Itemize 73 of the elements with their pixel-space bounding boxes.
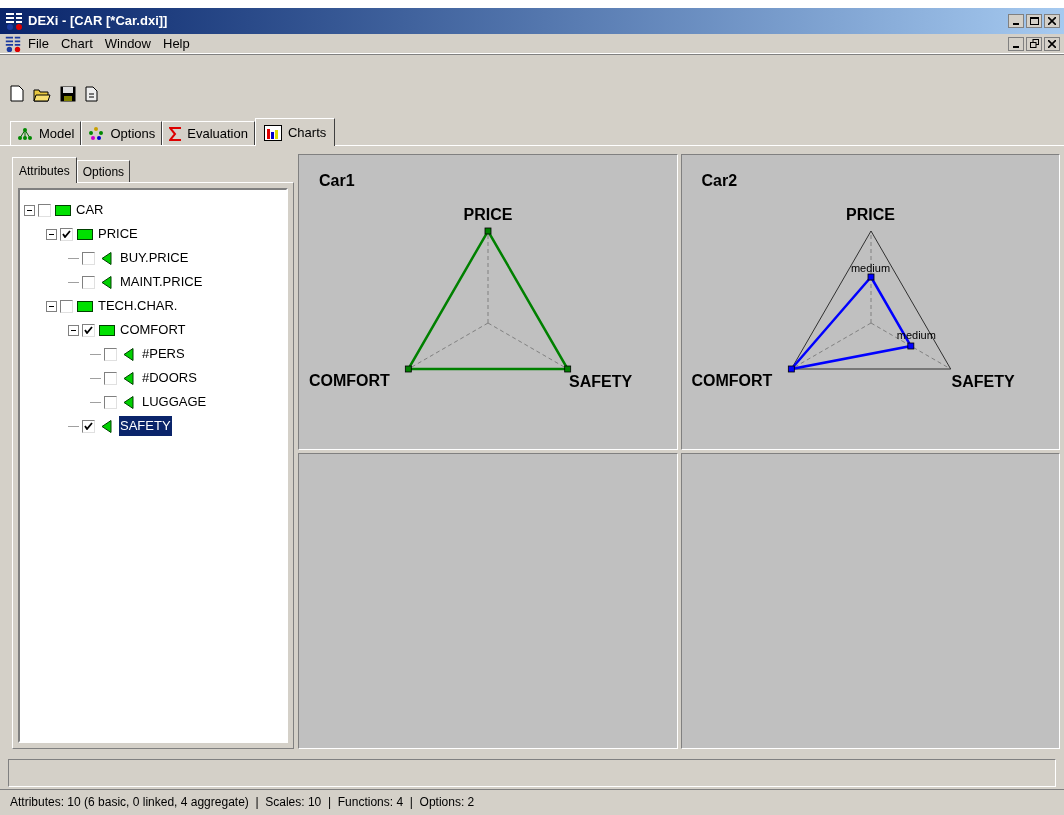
panel-tab[interactable]: Options	[76, 160, 131, 182]
basic-attribute-icon	[101, 419, 113, 433]
menu-item[interactable]: File	[22, 33, 55, 54]
close-button[interactable]	[1044, 14, 1060, 28]
aggregate-attribute-icon	[99, 324, 115, 336]
document-icon[interactable]	[85, 86, 98, 102]
tree-item[interactable]: CAR	[75, 200, 105, 220]
axis-label: COMFORT	[691, 371, 773, 391]
basic-attribute-icon	[101, 251, 113, 265]
minimize-button[interactable]	[1008, 36, 1024, 51]
basic-attribute-icon	[101, 275, 113, 289]
checkbox[interactable]	[82, 323, 95, 337]
panel-tab[interactable]: Attributes	[12, 157, 77, 183]
collapse-icon[interactable]	[46, 300, 57, 312]
restore-button[interactable]	[1026, 36, 1042, 51]
checkbox[interactable]	[104, 395, 117, 409]
menu-item[interactable]: Help	[157, 33, 196, 54]
tree-item[interactable]: MAINT.PRICE	[119, 272, 204, 292]
close-icon	[1048, 39, 1056, 48]
checkbox[interactable]	[38, 203, 51, 217]
aggregate-attribute-icon	[55, 204, 71, 216]
sigma-icon	[169, 126, 182, 141]
basic-attribute-icon	[123, 371, 135, 385]
open-folder-icon[interactable]	[33, 87, 51, 102]
tree-item[interactable]: #DOORS	[141, 368, 198, 388]
axis-label: SAFETY	[569, 372, 633, 392]
minimize-button[interactable]	[1008, 14, 1024, 28]
tab[interactable]: Model	[10, 121, 82, 145]
chart-title: Car2	[701, 171, 738, 191]
tab[interactable]: Evaluation	[162, 121, 255, 145]
collapse-icon[interactable]	[68, 324, 79, 336]
close-icon	[1048, 17, 1056, 25]
app-logo-icon	[4, 34, 22, 53]
tree-item[interactable]: TECH.CHAR.	[97, 296, 179, 316]
value-label: medium	[850, 263, 891, 274]
axis-label: PRICE	[463, 205, 513, 225]
checkbox[interactable]	[104, 347, 117, 361]
checkbox[interactable]	[60, 299, 73, 313]
basic-attribute-icon	[123, 395, 135, 409]
basic-attribute-icon	[123, 347, 135, 361]
menu-item[interactable]: Chart	[54, 33, 99, 54]
chart-title: Car1	[319, 171, 355, 191]
dots-icon	[88, 126, 105, 141]
checkbox[interactable]	[82, 275, 95, 289]
collapse-icon[interactable]	[46, 228, 57, 240]
aggregate-attribute-icon	[77, 300, 93, 312]
tree-item[interactable]: #PERS	[141, 344, 186, 364]
checkbox[interactable]	[82, 419, 95, 433]
bar-chart-icon	[263, 124, 282, 141]
maximize-button[interactable]	[1026, 14, 1042, 28]
axis-label: COMFORT	[309, 371, 390, 391]
axis-label: SAFETY	[951, 372, 1015, 392]
collapse-icon[interactable]	[24, 204, 35, 216]
axis-label: PRICE	[846, 205, 895, 225]
close-button[interactable]	[1044, 36, 1060, 51]
save-icon[interactable]	[60, 86, 76, 102]
checkbox[interactable]	[104, 371, 117, 385]
tree-item[interactable]: SAFETY	[119, 416, 172, 436]
tree-item[interactable]: PRICE	[97, 224, 139, 244]
new-file-icon[interactable]	[10, 85, 24, 102]
tree-item[interactable]: COMFORT	[119, 320, 187, 340]
checkbox[interactable]	[82, 251, 95, 265]
status-text: Attributes: 10 (6 basic, 0 linked, 4 aggregate) | Scales: 10 | Functions: 4 | Options: 2	[10, 793, 475, 811]
menu-item[interactable]: Window	[98, 33, 157, 54]
tree-item[interactable]: BUY.PRICE	[119, 248, 190, 268]
tab[interactable]: Options	[81, 121, 163, 145]
window-title: DEXi - [CAR [*Car.dxi]]	[28, 12, 168, 31]
tab[interactable]: Charts	[254, 118, 336, 146]
aggregate-attribute-icon	[77, 228, 93, 240]
checkbox[interactable]	[60, 227, 73, 241]
app-logo-icon	[4, 11, 24, 31]
hierarchy-icon	[17, 126, 33, 141]
tree-item[interactable]: LUGGAGE	[141, 392, 208, 412]
